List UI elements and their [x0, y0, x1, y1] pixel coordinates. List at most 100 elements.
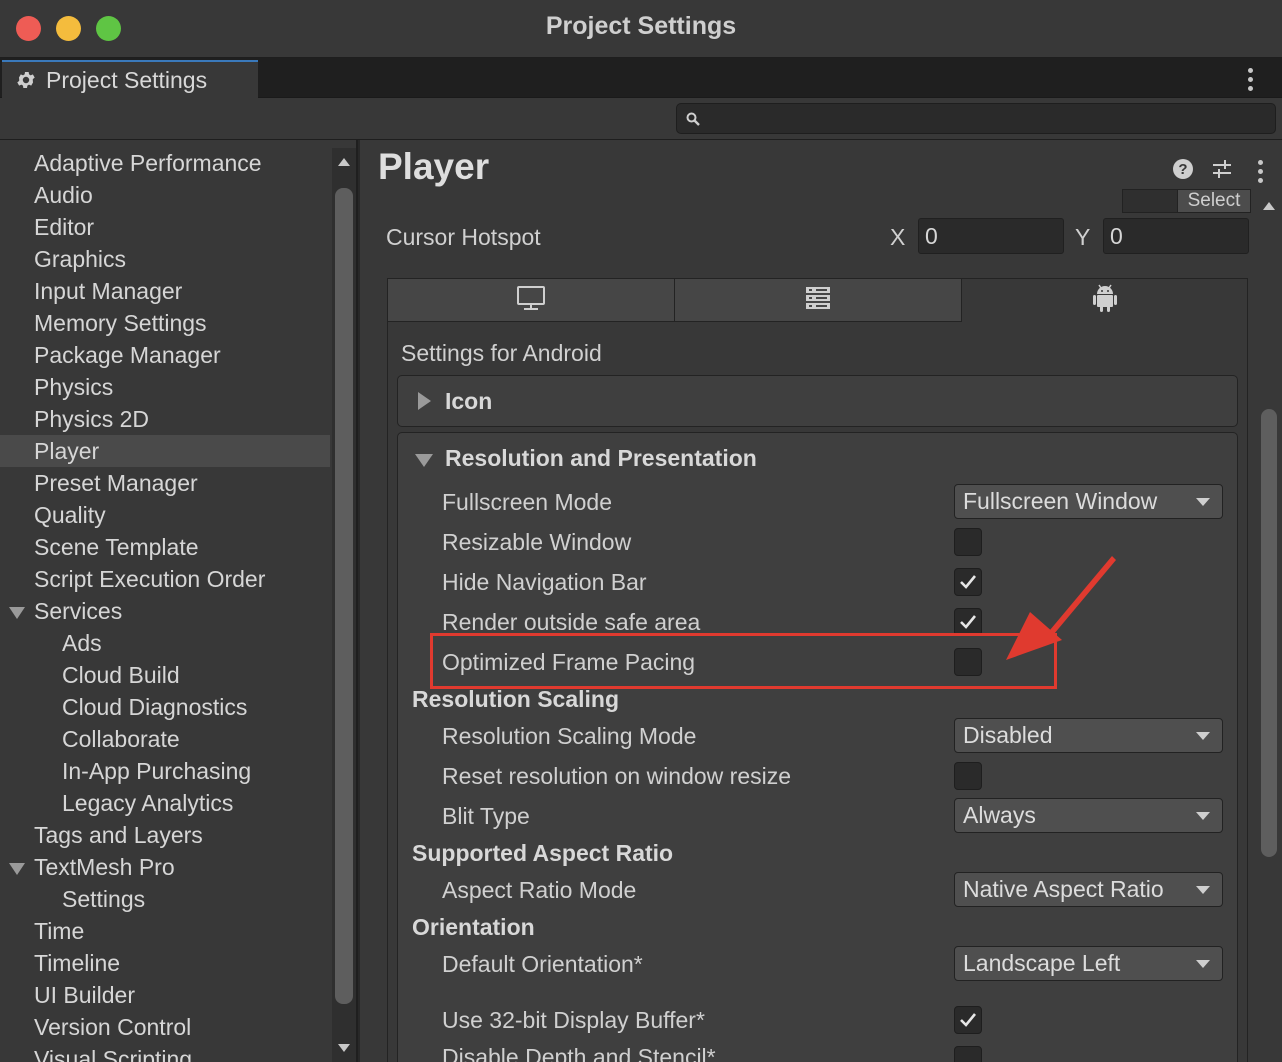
sliders-icon[interactable] [1211, 158, 1233, 180]
sidebar-item-version-control[interactable]: Version Control [0, 1011, 330, 1043]
sidebar-item-textmesh-pro[interactable]: TextMesh Pro [0, 851, 330, 883]
sidebar-item-visual-scripting[interactable]: Visual Scripting [0, 1043, 330, 1062]
blit-type-label: Blit Type [442, 803, 530, 829]
search-icon [685, 111, 701, 127]
kebab-menu-icon[interactable] [1247, 68, 1253, 91]
tab-strip: Project Settings [0, 58, 1282, 98]
sidebar-item-graphics[interactable]: Graphics [0, 243, 330, 275]
sidebar-scroll-thumb[interactable] [335, 188, 353, 1004]
checkmark-icon [960, 615, 977, 629]
expanded-arrow-icon[interactable] [415, 454, 433, 467]
search-input[interactable] [676, 103, 1276, 134]
cursor-hotspot-x-input[interactable]: 0 [918, 218, 1064, 254]
blit-type-dropdown[interactable]: Always [954, 798, 1223, 833]
search-bar [0, 98, 1282, 140]
tab-project-settings[interactable]: Project Settings [2, 60, 258, 98]
chevron-down-icon [1196, 498, 1210, 506]
aspect-ratio-mode-label: Aspect Ratio Mode [442, 877, 637, 903]
sidebar-item-label: Services [34, 598, 123, 624]
sidebar-item-in-app-purchasing[interactable]: In-App Purchasing [0, 755, 330, 787]
highlight-box [430, 633, 1057, 689]
sidebar-item-input-manager[interactable]: Input Manager [0, 275, 330, 307]
sidebar-item-audio[interactable]: Audio [0, 179, 330, 211]
sidebar-item-cloud-diagnostics[interactable]: Cloud Diagnostics [0, 691, 330, 723]
expand-arrow-icon[interactable] [9, 607, 25, 619]
kebab-menu-icon[interactable] [1257, 160, 1263, 183]
resolution-scaling-mode-label: Resolution Scaling Mode [442, 723, 697, 749]
collapsed-arrow-icon[interactable] [418, 392, 431, 410]
monitor-icon [516, 285, 546, 316]
settings-for-label: Settings for Android [401, 340, 602, 366]
dropdown-value: Fullscreen Window [963, 488, 1158, 514]
tab-server[interactable] [674, 278, 962, 322]
reset-resolution-label: Reset resolution on window resize [442, 763, 792, 789]
scroll-up-arrow-icon[interactable] [1263, 202, 1275, 210]
sidebar-item-preset-manager[interactable]: Preset Manager [0, 467, 330, 499]
sidebar-item-timeline[interactable]: Timeline [0, 947, 330, 979]
select-button[interactable]: Select [1177, 189, 1251, 213]
resolution-scaling-header: Resolution Scaling [412, 686, 620, 712]
aspect-ratio-mode-dropdown[interactable]: Native Aspect Ratio [954, 872, 1223, 907]
main-scroll-thumb[interactable] [1261, 409, 1277, 857]
expand-arrow-icon[interactable] [9, 863, 25, 875]
scroll-down-arrow-icon[interactable] [338, 1044, 350, 1052]
sidebar-item-services[interactable]: Services [0, 595, 330, 627]
disable-depth-stencil-checkbox[interactable] [954, 1046, 982, 1062]
sidebar-item-package-manager[interactable]: Package Manager [0, 339, 330, 371]
sidebar-item-physics-2d[interactable]: Physics 2D [0, 403, 330, 435]
sidebar-item-ads[interactable]: Ads [0, 627, 330, 659]
scroll-up-arrow-icon[interactable] [338, 158, 350, 166]
hide-navigation-bar-label: Hide Navigation Bar [442, 569, 647, 595]
sidebar-item-legacy-analytics[interactable]: Legacy Analytics [0, 787, 330, 819]
title-bar: Project Settings [0, 0, 1282, 58]
tab-android[interactable] [961, 278, 1248, 322]
gear-icon [14, 68, 38, 92]
main-scrollbar[interactable] [1258, 192, 1280, 1062]
sidebar-item-time[interactable]: Time [0, 915, 330, 947]
chevron-down-icon [1196, 886, 1210, 894]
render-outside-safe-area-label: Render outside safe area [442, 609, 701, 635]
fullscreen-mode-dropdown[interactable]: Fullscreen Window [954, 484, 1223, 519]
checkmark-icon [960, 575, 977, 589]
resolution-scaling-mode-dropdown[interactable]: Disabled [954, 718, 1223, 753]
default-orientation-dropdown[interactable]: Landscape Left [954, 946, 1223, 981]
sidebar-item-adaptive-performance[interactable]: Adaptive Performance [0, 147, 330, 179]
icon-section-title: Icon [445, 388, 493, 414]
sidebar-item-label: TextMesh Pro [34, 854, 175, 880]
page-title: Player [378, 146, 490, 187]
settings-sidebar: Adaptive Performance Audio Editor Graphi… [0, 140, 358, 1062]
sidebar-item-textmesh-settings[interactable]: Settings [0, 883, 330, 915]
help-icon[interactable]: ? [1172, 158, 1194, 180]
render-outside-safe-area-checkbox[interactable] [954, 608, 982, 636]
display-buffer-checkbox[interactable] [954, 1006, 982, 1034]
orientation-header: Orientation [412, 914, 535, 940]
dropdown-value: Always [963, 802, 1036, 828]
resolution-section-title[interactable]: Resolution and Presentation [445, 445, 757, 472]
cursor-texture-field[interactable]: Select [1122, 189, 1251, 213]
chevron-down-icon [1196, 732, 1210, 740]
hide-navigation-bar-checkbox[interactable] [954, 568, 982, 596]
resizable-window-label: Resizable Window [442, 529, 632, 555]
sidebar-item-script-execution-order[interactable]: Script Execution Order [0, 563, 330, 595]
sidebar-item-cloud-build[interactable]: Cloud Build [0, 659, 330, 691]
player-settings-panel: Player ? Select Cursor Hotspot X 0 Y 0 S… [360, 140, 1282, 1062]
reset-resolution-checkbox[interactable] [954, 762, 982, 790]
cursor-hotspot-label: Cursor Hotspot [386, 224, 541, 250]
android-icon [1092, 283, 1118, 318]
sidebar-item-player[interactable]: Player [0, 435, 330, 467]
sidebar-item-ui-builder[interactable]: UI Builder [0, 979, 330, 1011]
dropdown-value: Landscape Left [963, 950, 1121, 976]
disable-depth-stencil-label: Disable Depth and Stencil* [442, 1044, 716, 1062]
sidebar-item-scene-template[interactable]: Scene Template [0, 531, 330, 563]
sidebar-item-physics[interactable]: Physics [0, 371, 330, 403]
resizable-window-checkbox[interactable] [954, 528, 982, 556]
sidebar-item-editor[interactable]: Editor [0, 211, 330, 243]
sidebar-item-tags-and-layers[interactable]: Tags and Layers [0, 819, 330, 851]
tab-standalone[interactable] [387, 278, 675, 322]
icon-foldout[interactable]: Icon [397, 375, 1238, 427]
sidebar-item-memory-settings[interactable]: Memory Settings [0, 307, 330, 339]
sidebar-scrollbar[interactable] [332, 148, 356, 1062]
cursor-hotspot-y-input[interactable]: 0 [1103, 218, 1249, 254]
sidebar-item-quality[interactable]: Quality [0, 499, 330, 531]
sidebar-item-collaborate[interactable]: Collaborate [0, 723, 330, 755]
